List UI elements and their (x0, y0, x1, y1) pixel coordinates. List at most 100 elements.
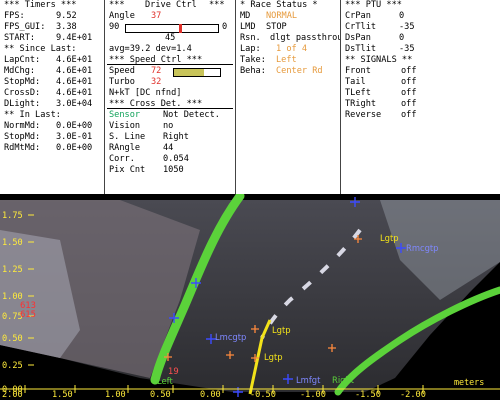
inlast-label: StopMd: (4, 132, 41, 142)
angle-scale-left: 90 (109, 22, 120, 32)
signal-label: TLeft (345, 88, 371, 98)
take-value: Left (276, 55, 297, 65)
cross-label: Pix Cnt (109, 165, 146, 175)
inlast-label: RdMtMd: (4, 143, 41, 153)
speed-bar (173, 68, 221, 77)
rsn-value: dlgt passthroug (270, 33, 340, 43)
count-label: 19 (168, 366, 179, 376)
ptu-label: CrTlit (345, 22, 377, 32)
take-label: Take: (240, 55, 266, 65)
y-tick-label: 1.25 (2, 265, 23, 275)
x-tick-label: 1.50 (52, 390, 73, 400)
cross-value: 44 (163, 143, 174, 153)
lmfgt-label: Lmfgt (296, 375, 321, 385)
left-label: Left (157, 376, 173, 386)
ptu-header: *** PTU *** (345, 0, 402, 10)
beha-value: Center Rd (276, 66, 323, 76)
x-tick-label: -1.50 (355, 390, 381, 400)
speed-value: 72 (151, 66, 162, 76)
drive-header-right: *** (209, 0, 225, 10)
since-label: DLight: (4, 99, 41, 109)
inlast-label: NormMd: (4, 121, 41, 131)
turbo-value: 32 (151, 77, 162, 87)
cross-det-header: *** Cross Det. *** (109, 99, 203, 109)
rsn-label: Rsn. (240, 33, 261, 43)
signal-label: Tail (345, 77, 366, 87)
since-value: 4.6E+01 (56, 88, 93, 98)
ptu-label: DsTlit (345, 44, 377, 54)
lgtp-mid-label: Lgtp (272, 325, 291, 335)
turbo-label: Turbo (109, 77, 135, 87)
cross-value: 1050 (163, 165, 184, 175)
lgtp-label: Lgtp (380, 233, 399, 243)
since-value: 4.6E+01 (56, 77, 93, 87)
fps-gui-value: 3.38 (56, 22, 77, 32)
x-unit-label: meters (454, 377, 485, 387)
ptu-label: CrPan (345, 11, 371, 21)
inlast-value: 0.0E+00 (56, 121, 93, 131)
telemetry-panel: *** Timers *** FPS: 9.52 FPS_GUI: 3.38 S… (0, 0, 500, 194)
speed-label: Speed (109, 66, 135, 76)
x-tick-label: 0.50 (150, 390, 171, 400)
speed-bar-fill (174, 69, 204, 76)
lmd-label: LMD (240, 22, 256, 32)
timers-header: *** Timers *** (4, 0, 77, 10)
lap-label: Lap: (240, 44, 261, 54)
angle-label: Angle (109, 11, 135, 21)
timers-panel: *** Timers *** FPS: 9.52 FPS_GUI: 3.38 S… (0, 0, 104, 194)
y-tick-label: 0.50 (2, 334, 23, 344)
signals-header: ** SIGNALS ** (345, 55, 413, 65)
y-tick-label: 1.75 (2, 211, 23, 221)
lmd-value: STOP (266, 22, 287, 32)
race-status-header: * Race Status * (240, 0, 318, 10)
since-label: StopMd: (4, 77, 41, 87)
cross-label: S. Line (109, 132, 146, 142)
angle-center-value: 45 (165, 33, 176, 43)
ptu-value: -35 (399, 22, 415, 32)
signal-label: Reverse (345, 110, 382, 120)
signal-value: off (401, 88, 417, 98)
since-label: MdChg: (4, 66, 36, 76)
fps-value: 9.52 (56, 11, 77, 21)
drive-ctrl-panel: *** Drive Ctrl *** Angle 37 90 0 45 avg=… (105, 0, 235, 194)
rmcgtp-label: Rmcgtp (406, 243, 439, 253)
sensor-value: Not Detect. (163, 110, 220, 120)
view-canvas (0, 194, 500, 397)
camera-birdseye-view: 1.75 1.50 1.25 1.00 0.75 0.50 0.25 0.00 2.00 1.5… (0, 194, 500, 400)
cross-value: no (163, 121, 174, 131)
ptu-value: 0 (399, 33, 405, 43)
since-last-header: ** Since Last: (4, 44, 77, 54)
md-label: MD (240, 11, 251, 21)
angle-stats: avg=39.2 dev=1.4 (109, 44, 192, 54)
start-value: 9.4E+01 (56, 33, 93, 43)
since-value: 4.6E+01 (56, 55, 93, 65)
x-tick-label: 2.00 (2, 390, 23, 400)
since-value: 4.6E+01 (56, 66, 93, 76)
signal-label: Front (345, 66, 371, 76)
sensor-label: Sensor (109, 110, 141, 120)
y-tick-label: 0.25 (2, 361, 23, 371)
in-last-header: ** In Last: (4, 110, 61, 120)
speed-header: *** Speed Ctrl *** (109, 55, 203, 65)
lmcgtp-label: Lmcgtp (215, 332, 247, 342)
drive-header-title: Drive Ctrl (145, 0, 197, 10)
lgtp-low-label: Lgtp (264, 352, 283, 362)
x-tick-label: -2.00 (400, 390, 426, 400)
angle-indicator (179, 24, 182, 33)
cross-label: Corr. (109, 154, 135, 164)
nkt-status: N+kT [DC nfnd] (109, 88, 182, 98)
cross-value: Right (163, 132, 189, 142)
fps-label: FPS: (4, 11, 25, 21)
angle-gauge (125, 24, 219, 33)
signal-value: off (401, 77, 417, 87)
x-tick-label: 0.00 (200, 390, 221, 400)
md-value: NORMAL (266, 11, 298, 21)
start-label: START: (4, 33, 36, 43)
cross-value: 0.054 (163, 154, 189, 164)
cross-label: Vision (109, 121, 141, 131)
count-label: 615 (20, 309, 36, 319)
angle-value: 37 (151, 11, 162, 21)
since-label: CrossD: (4, 88, 41, 98)
race-status-panel: * Race Status * MD NORMAL LMD STOP Rsn. dlg… (236, 0, 340, 194)
right-label: Right (332, 375, 355, 385)
